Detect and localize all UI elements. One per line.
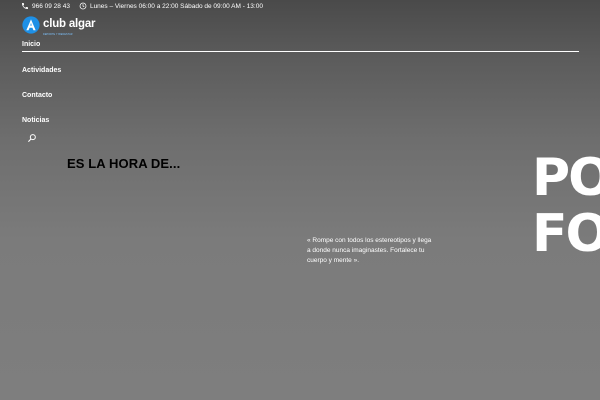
hero-big-word-line-2: FO — [532, 204, 600, 264]
top-info-bar: 966 09 28 43 Lunes – Viernes 06:00 a 22:… — [21, 0, 263, 12]
nav-item-noticias[interactable]: Noticias — [22, 114, 579, 139]
logo-tagline: DEPORTE Y BIENESTAR — [43, 33, 73, 36]
search-icon[interactable] — [27, 133, 37, 143]
logo-mark-icon — [22, 16, 40, 34]
logo-brand-text: club algar — [43, 18, 96, 30]
hours-info: Lunes – Viernes 06:00 a 22:00 Sábado de … — [79, 2, 263, 10]
nav-item-inicio[interactable]: Inicio — [22, 38, 579, 52]
hero-quote: « Rompe con todos los estereotipos y lle… — [307, 237, 432, 264]
phone-number: 966 09 28 43 — [32, 2, 70, 10]
hero-title: ES LA HORA DE... — [67, 156, 181, 171]
main-navigation: Inicio Actividades Contacto Noticias — [22, 38, 579, 139]
site-logo[interactable]: club algar DEPORTE Y BIENESTAR — [22, 14, 96, 36]
hero-big-word-line-1: PO — [532, 148, 600, 208]
nav-item-contacto[interactable]: Contacto — [22, 89, 579, 114]
opening-hours: Lunes – Viernes 06:00 a 22:00 Sábado de … — [89, 2, 263, 10]
clock-icon — [79, 2, 87, 10]
phone-icon — [22, 3, 28, 9]
nav-item-actividades[interactable]: Actividades — [22, 64, 579, 89]
phone-info[interactable]: 966 09 28 43 — [21, 2, 70, 10]
